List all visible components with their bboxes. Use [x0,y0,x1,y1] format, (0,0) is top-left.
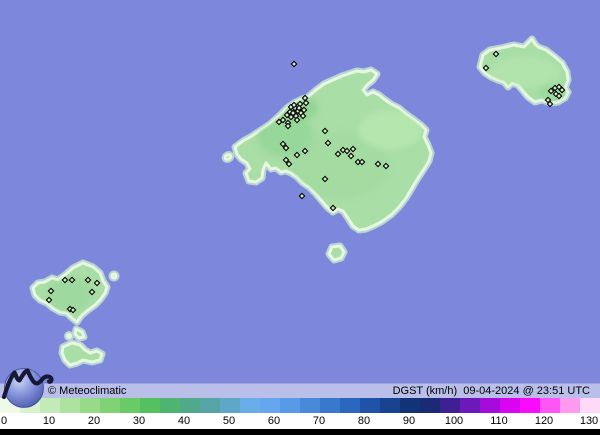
scale-tick-label: 30 [132,415,146,427]
scale-tick-label: 90 [402,415,416,427]
map-canvas [0,0,600,384]
scale-tick-label: 40 [177,415,191,427]
colorbar-ticks: 0 10 20 30 40 50 60 70 80 90 100 110 120 130 [0,413,600,429]
weather-map-screen: © Meteoclimatic DGST (km/h) 09-04-2024 @… [0,0,600,435]
colorbar-segment [280,398,300,413]
colorbar-segment [560,398,580,413]
colorbar-segment [420,398,440,413]
scale-tick-label: 130 [579,415,599,427]
colorbar-segment [180,398,200,413]
scale-tick-label: 60 [267,415,281,427]
colorbar-segment [380,398,400,413]
colorbar-segment [200,398,220,413]
scale-tick-label: 80 [357,415,371,427]
colorbar-scale [0,398,600,413]
colorbar-segment [260,398,280,413]
colorbar-segment [520,398,540,413]
colorbar-segment [100,398,120,413]
variable-timestamp-label: DGST (km/h) 09-04-2024 @ 23:51 UTC [392,385,590,397]
island-cabrera [327,244,346,262]
scale-tick-label: 0 [0,415,8,427]
colorbar-segment [400,398,420,413]
scale-tick-label: 120 [534,415,554,427]
colorbar-segment [460,398,480,413]
islet-tagomago [110,272,118,280]
colorbar-segment [240,398,260,413]
colorbar-segment [120,398,140,413]
footer-bar: © Meteoclimatic DGST (km/h) 09-04-2024 @… [0,383,600,398]
scale-tick-label: 50 [222,415,236,427]
scale-tick-label: 100 [444,415,464,427]
colorbar-segment [500,398,520,413]
scale-tick-label: 70 [312,415,326,427]
colorbar-segment [160,398,180,413]
scale-tick-label: 10 [42,415,56,427]
colorbar-segment [340,398,360,413]
islet-sa-dragonera [223,153,233,161]
colorbar-segment [220,398,240,413]
colorbar-segment [440,398,460,413]
map-area [0,0,600,384]
scale-tick-label: 20 [87,415,101,427]
islet-small [66,333,72,339]
scale-tick-label: 110 [490,415,508,427]
colorbar-segment [320,398,340,413]
colorbar-segment [480,398,500,413]
colorbar-segment [140,398,160,413]
colorbar-segment [580,398,600,413]
bottom-border [0,429,600,435]
colorbar-segment [540,398,560,413]
colorbar-segment [80,398,100,413]
credit-label: © Meteoclimatic [48,385,127,397]
meteoclimatic-logo [1,368,54,408]
colorbar-segment [60,398,80,413]
colorbar-segment [300,398,320,413]
colorbar-segment [360,398,380,413]
